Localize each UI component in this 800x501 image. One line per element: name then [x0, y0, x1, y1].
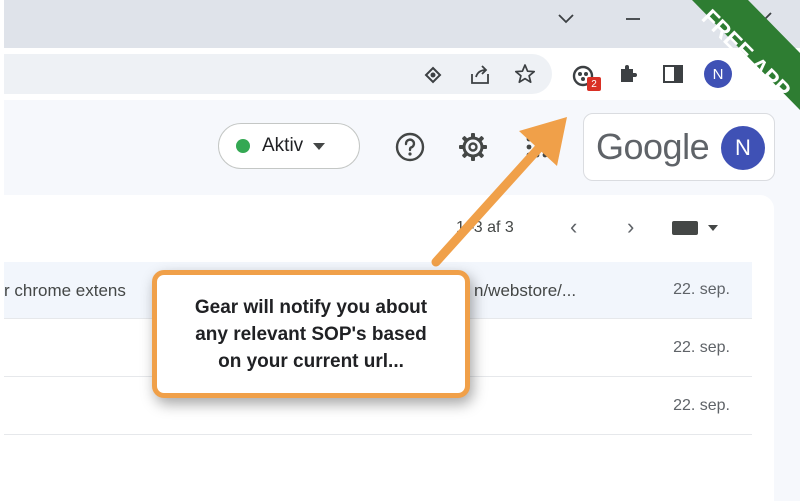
callout-text: Gear will notify you about any relevant … [195, 294, 427, 375]
callout-box: Gear will notify you about any relevant … [152, 270, 470, 398]
annotation-arrow [431, 117, 567, 267]
callout-line: Gear will notify you about [194, 296, 428, 318]
callout-line: on your current url... [218, 350, 404, 372]
callout-line: any relevant SOP's based [195, 323, 427, 345]
